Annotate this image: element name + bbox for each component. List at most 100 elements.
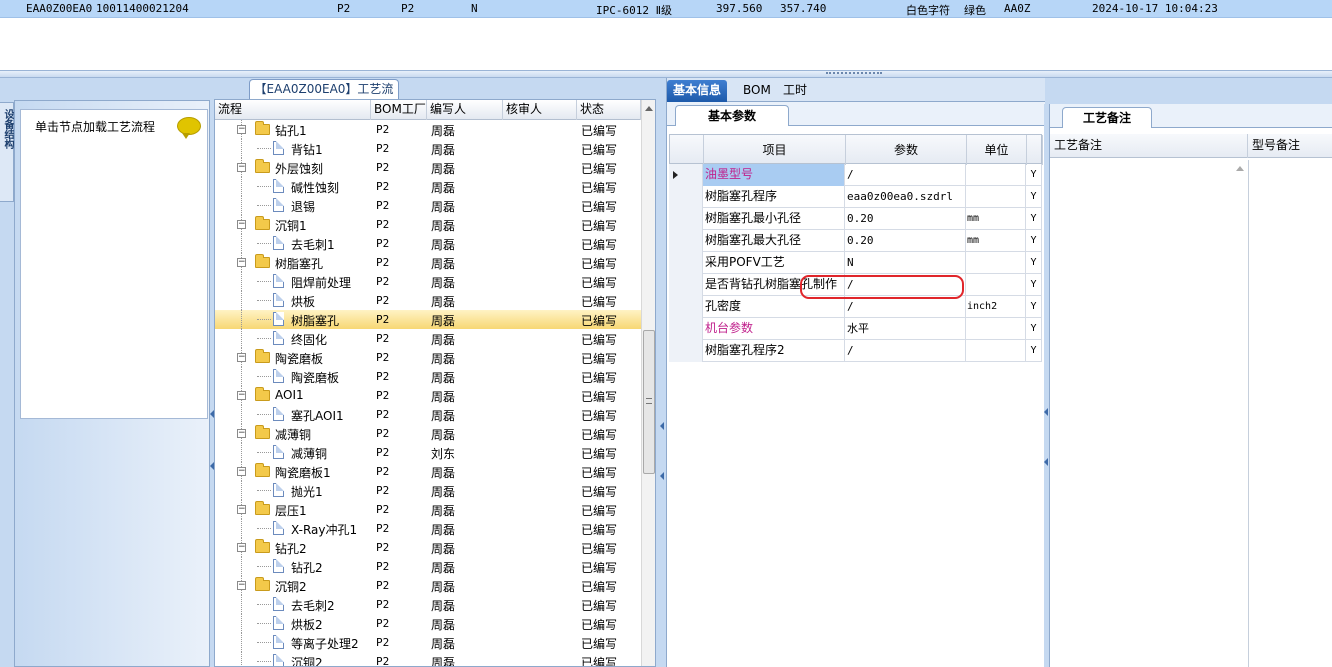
param-unit[interactable]: mm (966, 208, 1026, 230)
tree-row[interactable]: − 层压1 P2 周磊 已编写 (215, 500, 641, 519)
tree-row[interactable]: − 钻孔2 P2 周磊 已编写 (215, 538, 641, 557)
col-process-notes[interactable]: 工艺备注 (1050, 134, 1248, 158)
horizontal-splitter[interactable] (0, 70, 1332, 78)
param-flag[interactable]: Y (1026, 230, 1042, 252)
param-unit[interactable] (966, 186, 1026, 208)
tree-row[interactable]: 抛光1 P2 周磊 已编写 (215, 481, 641, 500)
param-flag[interactable]: Y (1026, 296, 1042, 318)
grid-row[interactable]: 油墨型号 / Y (669, 164, 1042, 186)
collapse-toggle-icon[interactable]: − (237, 505, 246, 514)
tree-row[interactable]: 塞孔AOI1 P2 周磊 已编写 (215, 405, 641, 424)
param-flag[interactable]: Y (1026, 318, 1042, 340)
param-value[interactable]: 0.20 (845, 208, 966, 230)
selected-record-row[interactable]: EAA0Z00EA0 10011400021204 P2 P2 N IPC-60… (0, 0, 1332, 18)
param-unit[interactable]: inch2 (966, 296, 1026, 318)
tree-row[interactable]: 背钻1 P2 周磊 已编写 (215, 139, 641, 158)
tree-row[interactable]: 退锡 P2 周磊 已编写 (215, 196, 641, 215)
col-process[interactable]: 流程 (215, 100, 371, 120)
right-splitter[interactable] (1044, 104, 1048, 667)
param-item[interactable]: 树脂塞孔最大孔径 (703, 230, 845, 252)
grid-row[interactable]: 孔密度 / inch2 Y (669, 296, 1042, 318)
tab-basic-info[interactable]: 基本信息 (667, 80, 728, 102)
tree-row[interactable]: 等离子处理2 P2 周磊 已编写 (215, 633, 641, 652)
col-model-notes[interactable]: 型号备注 (1248, 134, 1332, 158)
collapse-middle-icon-2[interactable] (660, 472, 664, 480)
param-unit[interactable] (966, 340, 1026, 362)
scroll-up-icon[interactable] (645, 106, 653, 111)
row-indicator[interactable] (669, 252, 703, 274)
collapse-toggle-icon[interactable]: − (237, 429, 246, 438)
param-value[interactable]: 水平 (845, 318, 966, 340)
param-unit[interactable] (966, 252, 1026, 274)
param-item[interactable]: 树脂塞孔程序2 (703, 340, 845, 362)
tree-row[interactable]: 陶瓷磨板 P2 周磊 已编写 (215, 367, 641, 386)
collapse-toggle-icon[interactable]: − (237, 467, 246, 476)
tree-row[interactable]: − AOI1 P2 周磊 已编写 (215, 386, 641, 405)
grid-row[interactable]: 采用POFV工艺 N Y (669, 252, 1042, 274)
tree-row[interactable]: 减薄铜 P2 刘东 已编写 (215, 443, 641, 462)
notes-scroll-up-icon[interactable] (1236, 166, 1244, 171)
param-unit[interactable] (966, 318, 1026, 340)
grid-row[interactable]: 树脂塞孔程序 eaa0z00ea0.szdrl Y (669, 186, 1042, 208)
tree-row[interactable]: − 沉铜1 P2 周磊 已编写 (215, 215, 641, 234)
tree-row[interactable]: 去毛刺1 P2 周磊 已编写 (215, 234, 641, 253)
tree-row[interactable]: 烘板 P2 周磊 已编写 (215, 291, 641, 310)
collapse-toggle-icon[interactable]: − (237, 391, 246, 400)
collapse-toggle-icon[interactable]: − (237, 220, 246, 229)
tab-process-notes[interactable]: 工艺备注 (1062, 107, 1152, 128)
tree-row[interactable]: 钻孔2 P2 周磊 已编写 (215, 557, 641, 576)
tree-row[interactable]: 烘板2 P2 周磊 已编写 (215, 614, 641, 633)
collapse-toggle-icon[interactable]: − (237, 543, 246, 552)
param-flag[interactable]: Y (1026, 340, 1042, 362)
tree-row[interactable]: − 树脂塞孔 P2 周磊 已编写 (215, 253, 641, 272)
collapse-toggle-icon[interactable]: − (237, 581, 246, 590)
tab-basic-params[interactable]: 基本参数 (675, 105, 789, 126)
param-item[interactable]: 孔密度 (703, 296, 845, 318)
collapse-middle-icon[interactable] (660, 422, 664, 430)
tree-scrollbar[interactable] (641, 100, 655, 666)
tree-row[interactable]: X-Ray冲孔1 P2 周磊 已编写 (215, 519, 641, 538)
tree-row[interactable]: 树脂塞孔 P2 周磊 已编写 (215, 310, 641, 329)
col-param[interactable]: 参数 (846, 135, 967, 165)
param-value[interactable]: 0.20 (845, 230, 966, 252)
collapse-toggle-icon[interactable]: − (237, 163, 246, 172)
row-indicator[interactable] (669, 340, 703, 362)
col-unit[interactable]: 单位 (967, 135, 1027, 165)
row-indicator[interactable] (669, 186, 703, 208)
param-flag[interactable]: Y (1026, 252, 1042, 274)
collapse-toggle-icon[interactable]: − (237, 353, 246, 362)
middle-splitter[interactable] (660, 100, 664, 667)
param-unit[interactable] (966, 164, 1026, 186)
side-tab-equipment[interactable]: 设备结构 (0, 102, 14, 202)
tab-work-hours[interactable]: 工时 (777, 80, 813, 102)
param-value[interactable]: / (845, 296, 966, 318)
row-indicator[interactable] (669, 274, 703, 296)
param-item[interactable]: 采用POFV工艺 (703, 252, 845, 274)
param-flag[interactable]: Y (1026, 186, 1042, 208)
param-value[interactable]: / (845, 164, 966, 186)
param-flag[interactable]: Y (1026, 164, 1042, 186)
splitter-grip-icon[interactable] (826, 72, 882, 76)
col-item[interactable]: 项目 (704, 135, 846, 165)
grid-row[interactable]: 机台参数 水平 Y (669, 318, 1042, 340)
grid-row[interactable]: 树脂塞孔程序2/ Y (669, 340, 1042, 362)
process-tree-title[interactable]: 【EAA0Z00EA0】工艺流程 (249, 79, 399, 115)
tree-row[interactable]: 碱性蚀刻 P2 周磊 已编写 (215, 177, 641, 196)
param-unit[interactable] (966, 274, 1026, 296)
tree-row[interactable]: − 陶瓷磨板 P2 周磊 已编写 (215, 348, 641, 367)
grid-row[interactable]: 树脂塞孔最大孔径 0.20 mm Y (669, 230, 1042, 252)
param-value[interactable]: N (845, 252, 966, 274)
param-item[interactable]: 油墨型号 (703, 164, 845, 186)
tab-bom[interactable]: BOM (737, 80, 777, 102)
col-bom-factory[interactable]: BOM工厂 (371, 100, 427, 120)
tree-row[interactable]: − 沉铜2 P2 周磊 已编写 (215, 576, 641, 595)
tree-row[interactable]: 阻焊前处理 P2 周磊 已编写 (215, 272, 641, 291)
tree-row[interactable]: − 陶瓷磨板1 P2 周磊 已编写 (215, 462, 641, 481)
param-unit[interactable]: mm (966, 230, 1026, 252)
collapse-right-icon-2[interactable] (1044, 458, 1048, 466)
param-item[interactable]: 树脂塞孔程序 (703, 186, 845, 208)
collapse-toggle-icon[interactable]: − (237, 125, 246, 134)
tree-row[interactable]: − 减薄铜 P2 周磊 已编写 (215, 424, 641, 443)
col-author[interactable]: 编写人 (427, 100, 503, 120)
col-status[interactable]: 状态 (577, 100, 641, 120)
